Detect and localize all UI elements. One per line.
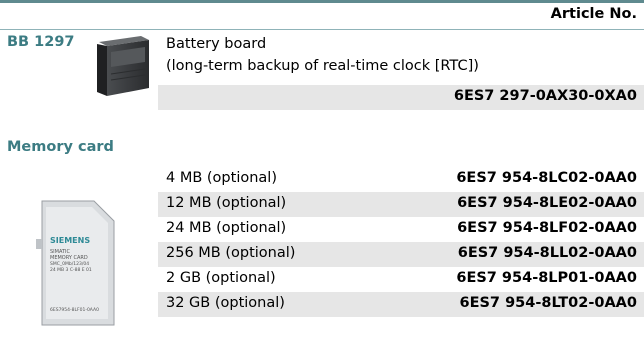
memory-article-number: 6ES7 954-8LE02-0AA0 — [457, 195, 637, 211]
memory-card-section-title: Memory card — [7, 139, 114, 155]
memory-row-2gb: 2 GB (optional) 6ES7 954-8LP01-0AA0 — [158, 267, 644, 292]
card-text-3: SMC_0Mb/123/04 — [50, 261, 89, 267]
memory-row-12mb: 12 MB (optional) 6ES7 954-8LE02-0AA0 — [158, 192, 644, 217]
card-text-2: MEMORY CARD — [50, 255, 88, 261]
battery-section-title: BB 1297 — [7, 34, 75, 50]
card-text-4: 24 MB 3 C-88 E 01 — [50, 267, 92, 273]
memory-article-number: 6ES7 954-8LP01-0AA0 — [456, 270, 637, 286]
memory-row-4mb: 4 MB (optional) 6ES7 954-8LC02-0AA0 — [158, 167, 644, 192]
battery-article-row: 6ES7 297-0AX30-0XA0 — [158, 85, 644, 110]
memory-size-label: 4 MB (optional) — [166, 170, 277, 186]
article-no-header: Article No. — [550, 6, 637, 22]
memory-size-label: 24 MB (optional) — [166, 220, 287, 236]
memory-size-label: 32 GB (optional) — [166, 295, 285, 311]
card-part-number: 6ES7954-8LF01-0AA0 — [50, 307, 99, 313]
battery-description-line2: (long-term backup of real-time clock [RT… — [166, 58, 479, 74]
memory-size-label: 256 MB (optional) — [166, 245, 296, 261]
battery-article-number: 6ES7 297-0AX30-0XA0 — [453, 88, 637, 104]
memory-row-24mb: 24 MB (optional) 6ES7 954-8LF02-0AA0 — [158, 217, 644, 242]
table-header: Article No. — [0, 3, 644, 29]
memory-article-number: 6ES7 954-8LF02-0AA0 — [457, 220, 637, 236]
memory-row-256mb: 256 MB (optional) 6ES7 954-8LL02-0AA0 — [158, 242, 644, 267]
memory-row-32gb: 32 GB (optional) 6ES7 954-8LT02-0AA0 — [158, 292, 644, 317]
battery-board-image — [97, 36, 149, 96]
memory-article-number: 6ES7 954-8LC02-0AA0 — [456, 170, 637, 186]
card-brand-text: SIEMENS — [50, 236, 90, 245]
battery-description-line1: Battery board — [166, 36, 267, 52]
memory-size-label: 2 GB (optional) — [166, 270, 276, 286]
memory-article-number: 6ES7 954-8LT02-0AA0 — [459, 295, 638, 311]
memory-size-label: 12 MB (optional) — [166, 195, 287, 211]
memory-card-image: SIEMENS SIMATIC MEMORY CARD SMC_0Mb/123/… — [36, 200, 115, 326]
memory-article-number: 6ES7 954-8LL02-0AA0 — [457, 245, 637, 261]
header-rule — [0, 29, 644, 30]
